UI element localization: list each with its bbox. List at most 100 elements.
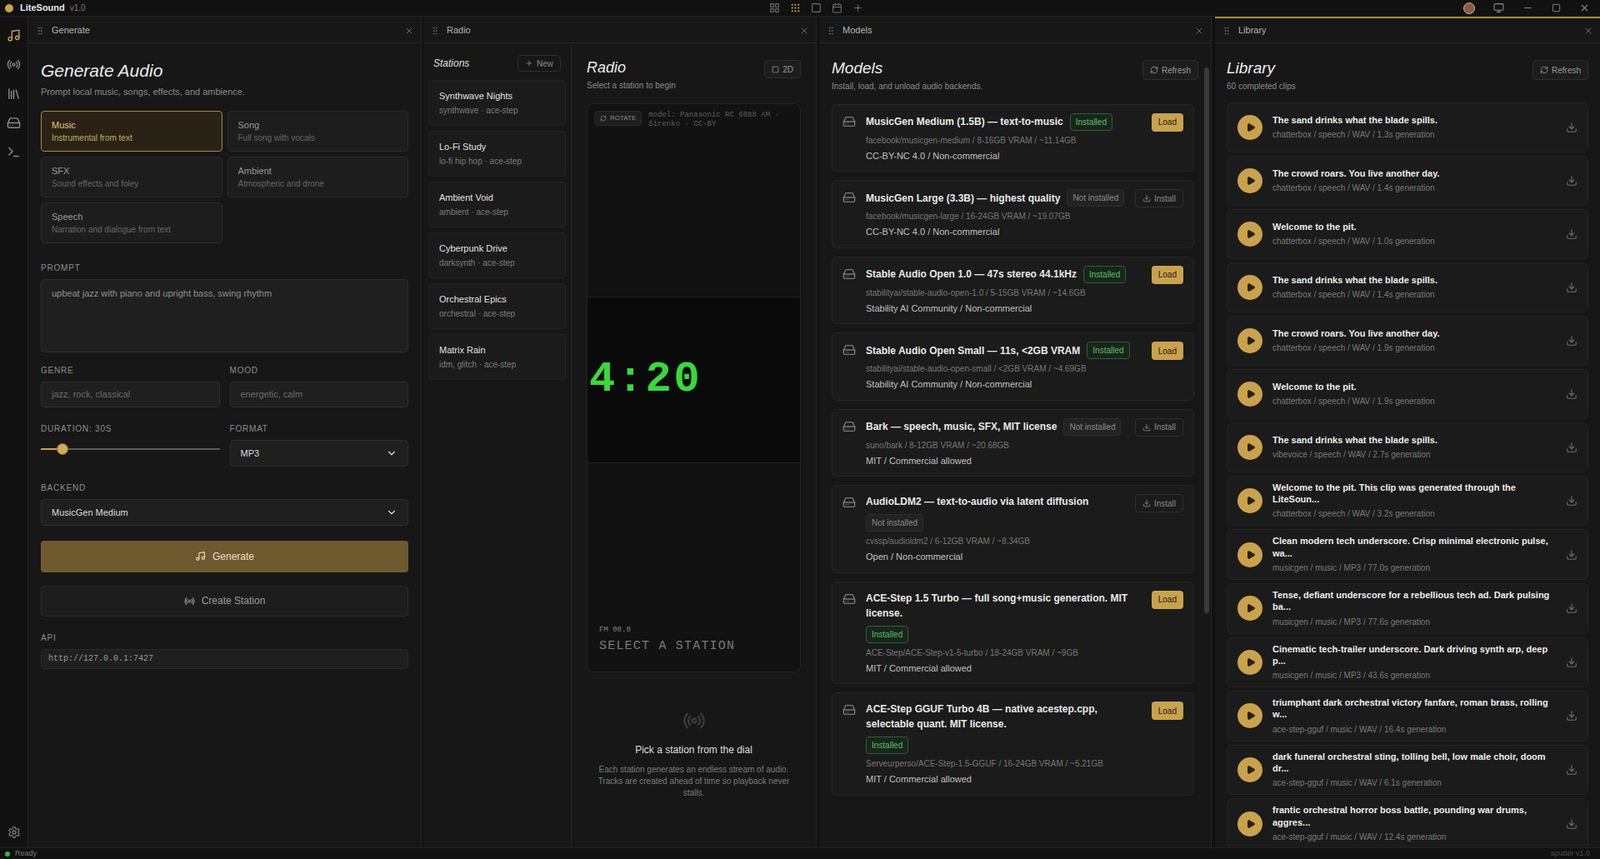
download-icon[interactable] — [1565, 549, 1578, 561]
refresh-button[interactable]: Refresh — [1142, 60, 1199, 80]
install-button[interactable]: Install — [1135, 418, 1184, 437]
rotate-button[interactable]: ROTATE — [594, 110, 642, 126]
slider-thumb[interactable] — [56, 443, 69, 455]
prompt-input[interactable]: upbeat jazz with piano and upright bass,… — [40, 279, 409, 353]
station-item[interactable]: Lo-Fi Studylo-fi hip hop · ace-step — [428, 130, 566, 177]
close-icon[interactable] — [1194, 25, 1205, 36]
download-icon[interactable] — [1565, 710, 1578, 722]
mode-card[interactable]: MusicInstrumental from text — [40, 110, 223, 152]
play-button[interactable] — [1237, 703, 1263, 729]
rail-icon[interactable] — [6, 57, 21, 72]
close-icon[interactable] — [1583, 25, 1594, 36]
close-icon[interactable] — [404, 25, 415, 36]
avatar-icon[interactable] — [1463, 2, 1475, 15]
play-button[interactable] — [1237, 381, 1263, 407]
panel-header[interactable]: Library — [1215, 16, 1600, 44]
download-icon[interactable] — [1565, 495, 1578, 507]
mode-card[interactable]: AmbientAtmospheric and drone — [227, 156, 410, 198]
station-item[interactable]: Cyberpunk Drivedarksynth · ace-step — [428, 232, 566, 279]
new-station-button[interactable]: New — [517, 55, 561, 72]
maximize-icon[interactable] — [1551, 3, 1561, 13]
view-toggle-button[interactable]: 2D — [764, 60, 801, 79]
download-icon[interactable] — [1565, 656, 1578, 669]
station-item[interactable]: Synthwave Nightssynthwave · ace-step — [428, 80, 566, 126]
minimize-icon[interactable] — [1522, 2, 1534, 14]
play-button[interactable] — [1237, 757, 1263, 783]
rail-icon[interactable] — [6, 28, 21, 43]
load-button[interactable]: Load — [1151, 590, 1184, 610]
genre-input[interactable]: jazz, rock, classical — [40, 381, 220, 408]
play-button[interactable] — [1237, 811, 1263, 837]
clip-row[interactable]: Welcome to the pit. This clip was genera… — [1226, 475, 1589, 527]
scrollbar-thumb[interactable] — [1204, 67, 1210, 614]
download-icon[interactable] — [1565, 602, 1578, 615]
refresh-button[interactable]: Refresh — [1532, 60, 1589, 80]
layout-icon[interactable] — [810, 2, 822, 14]
scrollbar[interactable] — [1204, 67, 1210, 848]
download-icon[interactable] — [1565, 764, 1578, 776]
mood-input[interactable]: energetic, calm — [230, 381, 410, 408]
layout-icon[interactable] — [831, 2, 843, 14]
close-window-icon[interactable] — [1579, 2, 1590, 14]
download-icon[interactable] — [1565, 335, 1578, 347]
clip-row[interactable]: triumphant dark orchestral victory fanfa… — [1226, 690, 1589, 742]
clip-row[interactable]: Welcome to the pit.chatterbox / speech /… — [1226, 369, 1589, 420]
monitor-icon[interactable] — [1493, 2, 1505, 14]
panel-header[interactable]: Radio — [423, 16, 816, 44]
gear-icon[interactable] — [7, 825, 21, 840]
clip-row[interactable]: The sand drinks what the blade spills.vi… — [1226, 422, 1589, 473]
radio-viewer[interactable]: ROTATEmodel: Panasonic RC 6088 AM · Sire… — [586, 103, 801, 673]
download-icon[interactable] — [1565, 121, 1578, 134]
clip-row[interactable]: The sand drinks what the blade spills.ch… — [1226, 262, 1589, 313]
download-icon[interactable] — [1565, 281, 1578, 294]
load-button[interactable]: Load — [1151, 701, 1184, 720]
load-button[interactable]: Load — [1151, 341, 1184, 360]
download-icon[interactable] — [1565, 228, 1578, 240]
drag-handle-icon[interactable] — [35, 25, 45, 36]
clip-row[interactable]: Tense, defiant underscore for a rebellio… — [1226, 583, 1589, 635]
clip-row[interactable]: Cinematic tech-trailer underscore. Dark … — [1226, 637, 1589, 689]
drag-handle-icon[interactable] — [1221, 25, 1232, 36]
mode-card[interactable]: SongFull song with vocals — [227, 110, 410, 152]
clip-row[interactable]: Welcome to the pit.chatterbox / speech /… — [1226, 209, 1589, 260]
download-icon[interactable] — [1565, 388, 1578, 400]
clip-row[interactable]: The sand drinks what the blade spills.ch… — [1226, 102, 1589, 153]
download-icon[interactable] — [1565, 175, 1578, 187]
clip-row[interactable]: The crowd roars. You live another day.ch… — [1226, 315, 1589, 366]
mode-card[interactable]: SFXSound effects and foley — [40, 156, 223, 198]
play-button[interactable] — [1237, 221, 1263, 247]
layout-icon[interactable] — [790, 2, 801, 14]
rail-icon[interactable] — [6, 115, 21, 130]
generate-button[interactable]: Generate — [40, 540, 409, 573]
panel-header[interactable]: Generate — [28, 16, 421, 44]
clip-row[interactable]: dark funeral orchestral sting, tolling b… — [1226, 745, 1589, 796]
drag-handle-icon[interactable] — [430, 25, 440, 36]
play-button[interactable] — [1237, 328, 1263, 354]
play-button[interactable] — [1237, 275, 1263, 300]
install-button[interactable]: Install — [1135, 494, 1184, 513]
api-input[interactable]: http://127.0.0.1:7427 — [40, 649, 409, 670]
select[interactable]: MusicGen Medium — [40, 499, 409, 526]
play-button[interactable] — [1237, 168, 1263, 194]
rail-icon[interactable] — [6, 145, 21, 160]
panel-header[interactable]: Models — [819, 16, 1211, 44]
clip-row[interactable]: Clean modern tech underscore. Crisp mini… — [1226, 529, 1589, 580]
clip-row[interactable]: The crowd roars. You live another day.ch… — [1226, 155, 1589, 206]
station-item[interactable]: Matrix Rainidm, glitch · ace-step — [428, 334, 566, 380]
rail-icon[interactable] — [6, 86, 21, 101]
clip-row[interactable]: frantic orchestral horror boss battle, p… — [1226, 798, 1589, 848]
load-button[interactable]: Load — [1151, 113, 1184, 132]
install-button[interactable]: Install — [1135, 189, 1184, 208]
drag-handle-icon[interactable] — [825, 25, 836, 36]
play-button[interactable] — [1237, 488, 1263, 514]
close-icon[interactable] — [799, 25, 810, 36]
duration-slider[interactable] — [40, 440, 220, 459]
layout-icon[interactable] — [852, 2, 864, 14]
play-button[interactable] — [1237, 595, 1263, 621]
create-station-button[interactable]: Create Station — [40, 585, 409, 617]
download-icon[interactable] — [1565, 818, 1578, 830]
layout-icon[interactable] — [769, 2, 780, 14]
play-button[interactable] — [1237, 115, 1263, 140]
play-button[interactable] — [1237, 650, 1263, 675]
play-button[interactable] — [1237, 435, 1263, 460]
